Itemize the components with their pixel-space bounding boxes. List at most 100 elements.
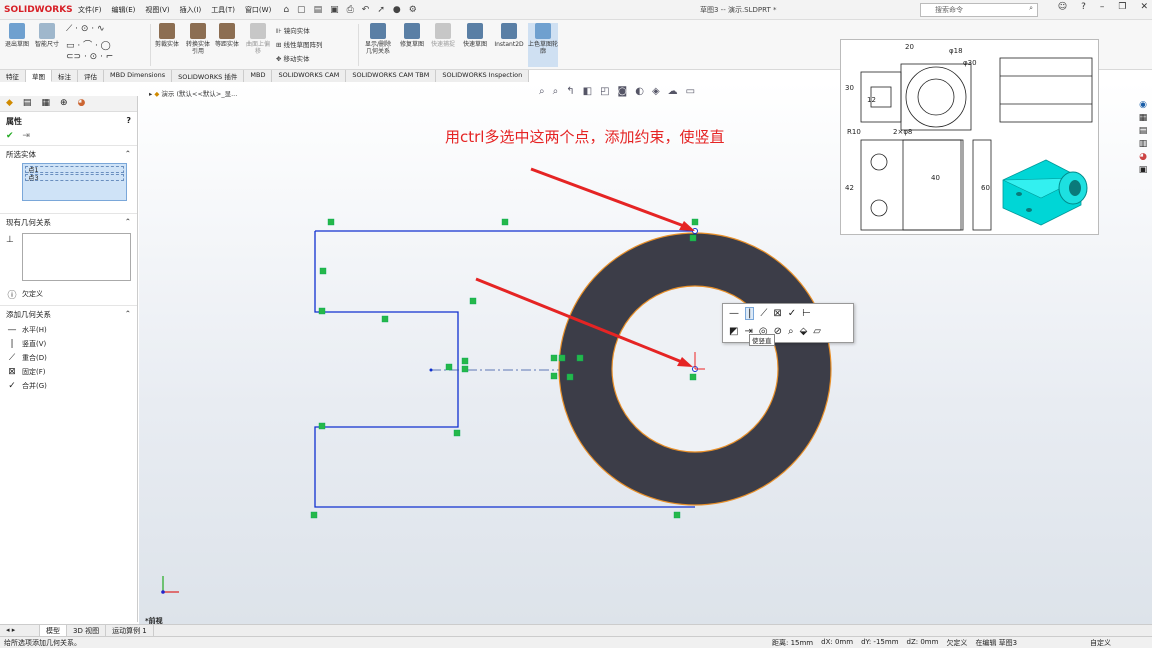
open-icon[interactable]: ▤ [314, 5, 323, 15]
line-tools-icon[interactable]: ⟋ · ⊙ · ∿ [66, 24, 105, 34]
selected-entities-list[interactable]: 点1 点3 [22, 163, 127, 201]
display-manager-icon[interactable]: ◕ [78, 98, 86, 109]
appearance-icon[interactable]: ◩ [729, 326, 738, 337]
appearances-icon[interactable]: ◕ [1139, 152, 1147, 162]
minimize-icon[interactable]: – [1100, 2, 1105, 12]
relation-merge[interactable]: ✓ 合并(G) [0, 379, 137, 393]
search-input[interactable]: 搜索命令 ⌕ [920, 3, 1038, 17]
relation-label: 水平(H) [22, 326, 47, 334]
options-icon[interactable]: ⚙ [409, 5, 417, 15]
tab-markup[interactable]: 标注 [52, 70, 78, 82]
design-library-icon[interactable]: ▦ [1139, 113, 1148, 123]
zoom-icon[interactable]: ⌕ [788, 326, 794, 337]
tooltip-make-vertical: 使竖直 [749, 334, 775, 346]
units-selector[interactable]: 自定义 [1090, 638, 1111, 648]
view-normal-icon[interactable]: ⬙ [800, 326, 808, 337]
new-icon[interactable]: ▢ [297, 5, 306, 15]
offset-on-surface-button[interactable]: 曲面上偏移 [244, 23, 272, 55]
horizontal-icon[interactable]: — [729, 308, 739, 319]
rapid-sketch-button[interactable]: 快速草图 [462, 23, 488, 48]
feature-tree-icon[interactable]: ◆ [6, 98, 13, 109]
rect-tools-icon[interactable]: ▭ · ⌒ · ◯ [66, 38, 111, 51]
relation-horizontal[interactable]: — 水平(H) [0, 323, 137, 337]
tab-evaluate[interactable]: 评估 [78, 70, 104, 82]
move-entities-button[interactable]: ✥ 移动实体 [276, 53, 310, 63]
home-icon[interactable]: ⌂ [283, 5, 289, 15]
existing-relations-header[interactable]: 现有几何关系 ⌃ [0, 213, 137, 231]
merge-icon[interactable]: ✓ [788, 308, 796, 319]
menu-edit[interactable]: 编辑(E) [112, 5, 136, 15]
exit-sketch-button[interactable]: 退出草图 [4, 23, 30, 48]
pin-icon[interactable]: ⇥ [22, 131, 30, 141]
slot-tools-icon[interactable]: ⊂⊃ · ⊙ · ⌐ [66, 52, 113, 62]
trim-entities-button[interactable]: 剪裁实体 [154, 23, 180, 48]
solidworks-resources-icon[interactable]: ◉ [1139, 100, 1147, 110]
help-icon[interactable]: ? [126, 116, 131, 127]
file-explorer-icon[interactable]: ▤ [1139, 126, 1148, 136]
display-relations-button[interactable]: 显示/删除几何关系 [362, 23, 394, 55]
shaded-sketch-contours-button[interactable]: 上色草图轮廓 [528, 23, 558, 67]
help-icon[interactable]: ? [1081, 2, 1086, 12]
collapse-icon: ⌃ [124, 149, 131, 158]
relation-coincident[interactable]: ⟋ 重合(D) [0, 351, 137, 365]
tab-motion-study[interactable]: 运动算例 1 [106, 625, 154, 636]
existing-relations-list[interactable] [22, 233, 131, 281]
graphics-area[interactable]: ▸ ◆ 演示 (默认<<默认>_显... ⌕ ⌕ ↰ ◧ ◰ ◙ ◐ ◈ ☁ ▭ [139, 39, 1152, 625]
tab-features[interactable]: 特征 [0, 70, 26, 82]
custom-properties-icon[interactable]: ▣ [1139, 165, 1148, 175]
trim-icon [159, 23, 175, 39]
undo-icon[interactable]: ↶ [362, 5, 370, 15]
selected-entities-label: 所选实体 [6, 150, 36, 159]
menu-file[interactable]: 文件(F) [78, 5, 102, 15]
tab-inspection[interactable]: SOLIDWORKS Inspection [436, 70, 530, 82]
model-tabs: ◂ ▸ 模型 3D 视图 运动算例 1 [0, 624, 1152, 636]
rebuild-icon[interactable]: ● [393, 5, 401, 15]
origin-icon[interactable]: ⊕ [60, 98, 68, 109]
print-icon[interactable]: ⎙ [347, 5, 354, 15]
relation-fix[interactable]: ⊠ 固定(F) [0, 365, 137, 379]
coincident-icon[interactable]: ⟋ [760, 308, 767, 319]
tab-model[interactable]: 模型 [40, 625, 67, 636]
comment-icon[interactable]: ▱ [813, 326, 821, 337]
linear-pattern-button[interactable]: ⊞ 线性草图阵列 [276, 39, 323, 49]
smart-dimension-button[interactable]: 智能尺寸 [34, 23, 60, 48]
repair-sketch-button[interactable]: 修复草图 [398, 23, 426, 48]
ok-icon[interactable]: ✔ [6, 131, 14, 141]
status-message: 给所选项添加几何关系。 [4, 638, 81, 647]
dimension-icon[interactable]: ⊢ [802, 308, 811, 319]
menu-window[interactable]: 窗口(W) [245, 5, 271, 15]
relation-vertical[interactable]: | 竖直(V) [0, 337, 137, 351]
menu-tools[interactable]: 工具(T) [211, 5, 235, 15]
tab-sketch[interactable]: 草图 [26, 70, 52, 82]
selected-entities-header[interactable]: 所选实体 ⌃ [0, 145, 137, 163]
tab-cam[interactable]: SOLIDWORKS CAM [272, 70, 347, 82]
menu-view[interactable]: 视图(V) [145, 5, 169, 15]
add-relations-header[interactable]: 添加几何关系 ⌃ [0, 305, 137, 323]
mirror-entities-button[interactable]: ⊪ 镜向实体 [276, 25, 310, 35]
vertical-icon[interactable]: | [745, 306, 755, 320]
offset-entities-button[interactable]: 等距实体 [214, 23, 240, 48]
menu-insert[interactable]: 插入(I) [180, 5, 202, 15]
list-item[interactable]: 点1 [25, 166, 124, 174]
configuration-icon[interactable]: ▦ [41, 98, 50, 109]
status-dx: dX: 0mm [821, 637, 854, 646]
hide-icon[interactable]: ⊘ [774, 326, 782, 337]
tab-3d-views[interactable]: 3D 视图 [67, 625, 107, 636]
view-palette-icon[interactable]: ▥ [1139, 139, 1148, 149]
list-item[interactable]: 点3 [25, 174, 124, 182]
property-manager-icon[interactable]: ▤ [23, 98, 32, 109]
select-icon[interactable]: ➚ [377, 5, 385, 15]
instant2d-button[interactable]: Instant2D [492, 23, 526, 48]
tab-scroll[interactable]: ◂ ▸ [0, 625, 40, 636]
restore-icon[interactable]: ❐ [1118, 2, 1126, 12]
tab-mbd[interactable]: MBD [244, 70, 273, 82]
tab-cam-tbm[interactable]: SOLIDWORKS CAM TBM [346, 70, 437, 82]
save-icon[interactable]: ▣ [330, 5, 339, 15]
tab-addins[interactable]: SOLIDWORKS 插件 [172, 70, 245, 82]
quick-snaps-button[interactable]: 快速捕捉 [430, 23, 456, 48]
user-icon[interactable]: ☺ [1058, 2, 1067, 12]
close-icon[interactable]: ✕ [1140, 2, 1148, 12]
tab-mbd-dimensions[interactable]: MBD Dimensions [104, 70, 173, 82]
convert-entities-button[interactable]: 转换实体引用 [184, 23, 212, 55]
fix-icon[interactable]: ⊠ [773, 308, 781, 319]
